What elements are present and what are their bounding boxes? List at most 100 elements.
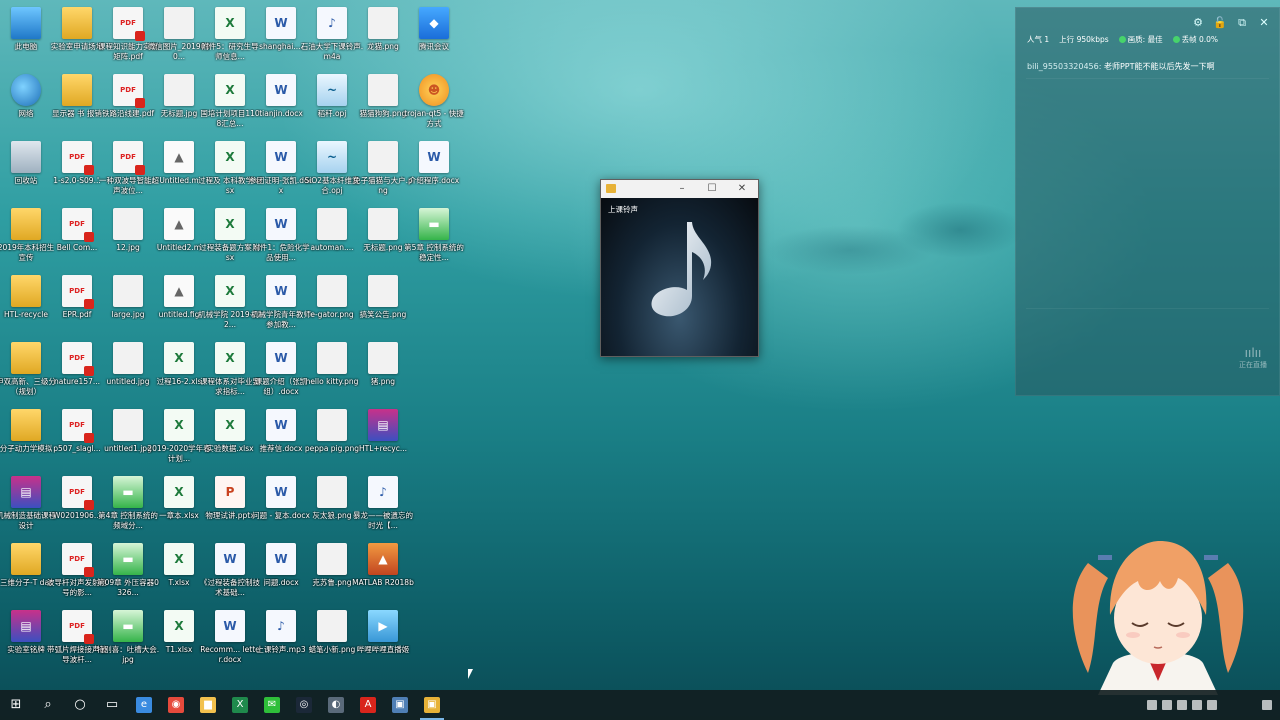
img-file-icon — [368, 275, 398, 307]
pdf-file-icon: PDF — [62, 342, 94, 376]
pdf-file-icon: PDF — [62, 476, 94, 510]
desktop-icon[interactable]: ▤ HTL+recyc... — [350, 405, 416, 471]
desktop: 此电脑 实验室申请场地 PDF 课程知识能力实现矩阵.pdf 微信图片_2019090.… — [0, 0, 464, 690]
xls-file-icon: X — [215, 141, 245, 173]
mouse-cursor — [468, 669, 473, 679]
app-icon[interactable]: ▣ — [384, 690, 416, 720]
system-tray[interactable] — [1147, 690, 1272, 720]
xls-file-icon: X — [215, 208, 245, 240]
pdf-badge-icon — [84, 433, 94, 443]
minimize-button[interactable]: – — [671, 182, 693, 196]
doc-file-icon: W — [215, 610, 245, 642]
xls-file-icon: X — [215, 342, 245, 374]
tray-keyboard-icon[interactable] — [1147, 700, 1157, 710]
start-icon[interactable]: ⊞ — [0, 690, 32, 720]
desktop-icon[interactable]: ▲ MATLAB R2018b — [350, 539, 416, 605]
danmaku-user: bili_95503320456: — [1027, 62, 1102, 71]
player-app-icon — [606, 184, 616, 193]
green-file-icon: ▬ — [113, 543, 143, 575]
stream-controls: ⚙ 🔓 ⧉ ✕ — [1191, 16, 1271, 30]
img-file-icon — [368, 141, 398, 173]
music-player-window[interactable]: – ☐ ✕ 上课铃声 — [600, 179, 759, 357]
desktop-icon[interactable]: ☻ trojan-qt5 - 快捷方式 — [401, 70, 467, 136]
desktop-icon[interactable]: ◆ 腾讯会议 — [401, 3, 467, 69]
green-file-icon: ▬ — [419, 208, 449, 240]
live-file-icon: ▶ — [368, 610, 398, 642]
track-title: 上课铃声 — [608, 205, 638, 214]
excel-icon[interactable]: X — [224, 690, 256, 720]
search-icon[interactable]: ⌕ — [32, 690, 64, 720]
tray-app-icon[interactable] — [1207, 700, 1217, 710]
popout-icon[interactable]: ⧉ — [1235, 16, 1249, 30]
xls-file-icon: X — [215, 7, 245, 39]
file-explorer-icon: ▆ — [200, 697, 216, 713]
matlab-file-icon: ▲ — [368, 543, 398, 575]
pdf-file-icon: PDF — [62, 543, 94, 577]
desktop-icon-label: 搞笑公告.png — [359, 310, 407, 319]
taskview-icon[interactable]: ▭ — [96, 690, 128, 720]
file-explorer-icon[interactable]: ▆ — [192, 690, 224, 720]
net-file-icon — [11, 74, 41, 106]
opj-file-icon: ~ — [317, 141, 347, 173]
tray-mic-icon[interactable] — [1177, 700, 1187, 710]
winrar-file-icon: ▤ — [11, 610, 41, 642]
chrome-icon[interactable]: ◉ — [160, 690, 192, 720]
notification-icon[interactable] — [1262, 700, 1272, 710]
pdf-file-icon: PDF — [62, 208, 94, 242]
desktop-icon[interactable]: ♪ 暴龙——被遗忘的时光【... — [350, 472, 416, 538]
desktop-icon-label: MATLAB R2018b — [352, 578, 414, 587]
wechat-icon[interactable]: ✉ — [256, 690, 288, 720]
upload-value: 950kbps — [1076, 35, 1109, 44]
music-note-icon — [651, 222, 712, 317]
xls-file-icon: X — [164, 342, 194, 374]
maximize-button[interactable]: ☐ — [701, 182, 723, 196]
virtual-avatar — [1072, 541, 1244, 695]
player-icon[interactable]: ▣ — [416, 690, 448, 720]
doc-file-icon: W — [419, 141, 449, 173]
lock-icon[interactable]: 🔓 — [1213, 16, 1227, 30]
settings-icon[interactable]: ⚙ — [1191, 16, 1205, 30]
desktop-icon[interactable]: ▶ 哔哩哔哩直播姬 — [350, 606, 416, 672]
steam-icon[interactable]: ◎ — [288, 690, 320, 720]
matlabfile-file-icon: ▲ — [164, 275, 194, 307]
excel-icon: X — [232, 697, 248, 713]
tray-network-icon[interactable] — [1162, 700, 1172, 710]
desktop-icon[interactable]: ▬ 第5章 控制系统的稳定性... — [401, 204, 467, 270]
pdf-file-icon: PDF — [113, 7, 145, 41]
steam-icon: ◎ — [296, 697, 312, 713]
edge-icon[interactable]: e — [128, 690, 160, 720]
media-icon: ◐ — [328, 697, 344, 713]
doc-file-icon: W — [266, 7, 296, 39]
meeting-file-icon: ◆ — [419, 7, 449, 39]
close-icon[interactable]: ✕ — [1257, 16, 1271, 30]
start-icon: ⊞ — [10, 697, 22, 712]
edge-icon: e — [136, 697, 152, 713]
player-titlebar[interactable]: – ☐ ✕ — [601, 180, 758, 198]
desktop-icon[interactable]: 搞笑公告.png — [350, 271, 416, 337]
desktop-icon[interactable]: 猪.png — [350, 338, 416, 404]
pdf-file-icon: PDF — [62, 409, 94, 443]
voice-indicator: ıılıı 正在直播 — [1235, 346, 1271, 370]
player-body: 上课铃声 — [601, 198, 758, 356]
pdf-badge-icon — [135, 31, 145, 41]
cortana-icon[interactable]: ○ — [64, 690, 96, 720]
danmaku-message: bili_95503320456: 老师PPT能不能以后先发一下啊 — [1027, 61, 1215, 72]
popularity-value: 1 — [1044, 35, 1050, 44]
tray-volume-icon[interactable] — [1192, 700, 1202, 710]
close-button[interactable]: ✕ — [731, 182, 753, 196]
trojan-file-icon: ☻ — [419, 74, 449, 106]
pdf-badge-icon — [84, 366, 94, 376]
desktop-icon[interactable]: W 介绍程序.docx — [401, 137, 467, 203]
pdf-file-icon: PDF — [62, 141, 94, 175]
media-icon[interactable]: ◐ — [320, 690, 352, 720]
xls-file-icon: X — [215, 74, 245, 106]
quality-status: 画质: 最佳 — [1118, 34, 1163, 45]
upload-label: 上行 — [1059, 35, 1075, 44]
desktop-icon-label: HTL+recyc... — [358, 444, 408, 453]
divider — [1026, 78, 1269, 79]
desktop-icon-label: 哔哩哔哩直播姬 — [356, 645, 410, 654]
acrobat-icon[interactable]: A — [352, 690, 384, 720]
player-icon: ▣ — [424, 697, 440, 713]
doc-file-icon: W — [266, 275, 296, 307]
winrar-file-icon: ▤ — [11, 476, 41, 508]
